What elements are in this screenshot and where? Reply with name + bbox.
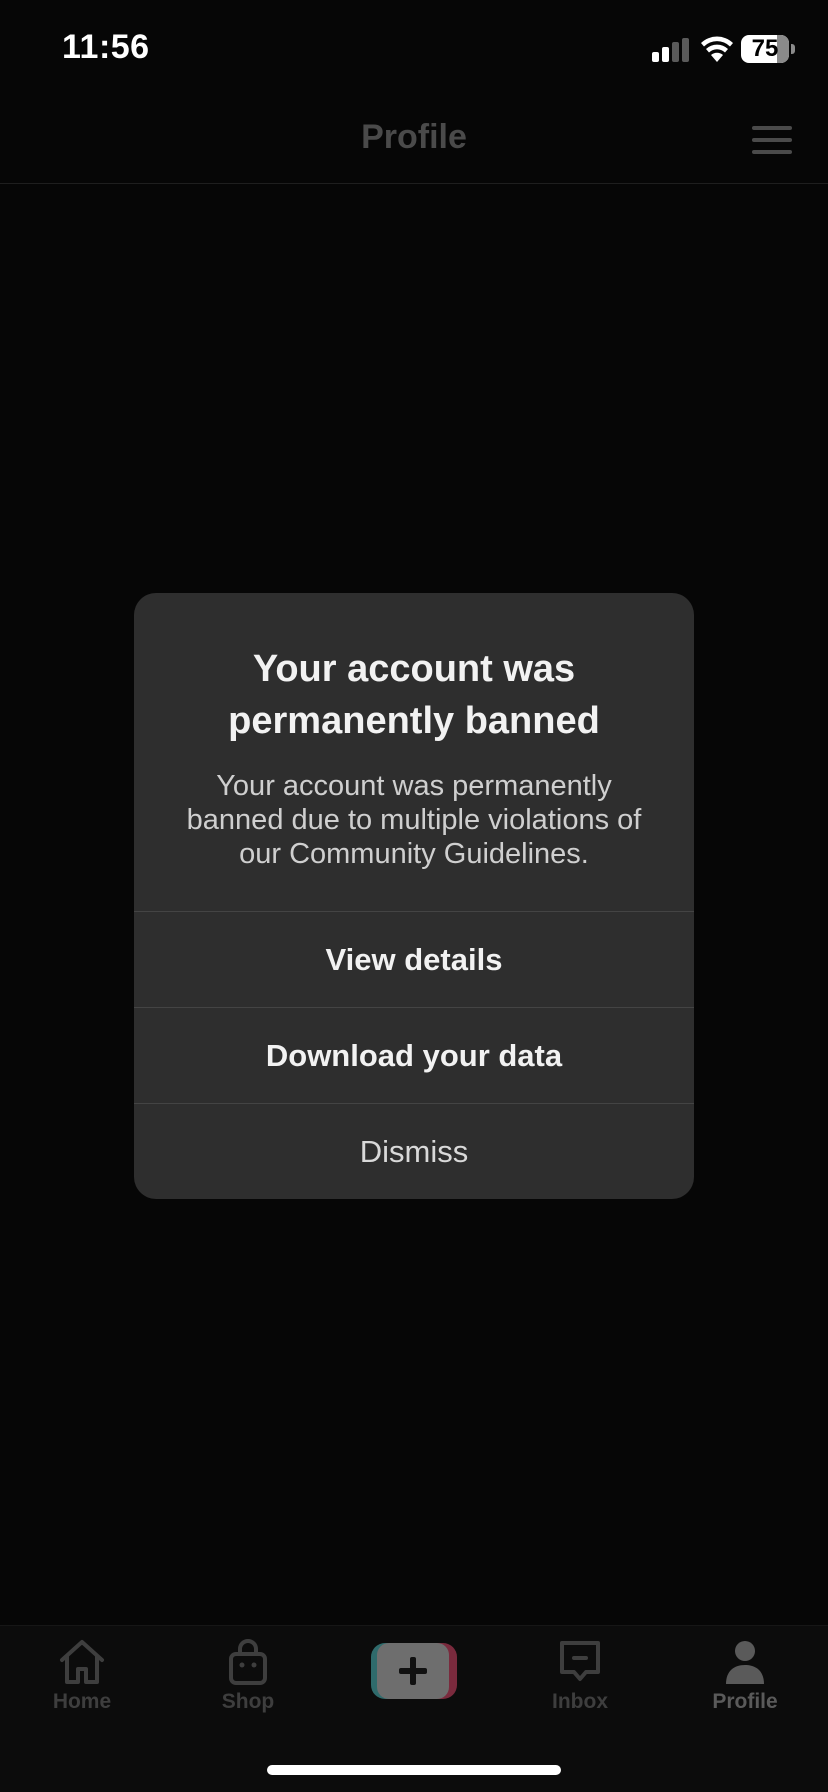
nav-item-home[interactable]: Home (17, 1638, 147, 1728)
home-icon (60, 1640, 104, 1684)
create-button-face (377, 1643, 449, 1699)
profile-header: Profile (0, 100, 828, 184)
person-icon (726, 1641, 764, 1684)
ban-notice-dialog: Your account was permanently banned Your… (134, 593, 694, 1199)
home-indicator[interactable] (267, 1765, 561, 1775)
dismiss-button[interactable]: Dismiss (134, 1103, 694, 1199)
nav-label-shop: Shop (221, 1690, 275, 1713)
inbox-icon (560, 1641, 600, 1681)
cellular-signal-icon (652, 38, 689, 62)
status-time: 11:56 (62, 28, 150, 66)
create-button[interactable] (371, 1643, 457, 1699)
status-bar: 11:56 75 (0, 0, 828, 100)
battery-tip (791, 44, 795, 54)
download-data-button[interactable]: Download your data (134, 1007, 694, 1103)
battery-level: 75 (751, 35, 779, 62)
page-title: Profile (361, 118, 467, 156)
nav-item-shop[interactable]: Shop (183, 1638, 313, 1728)
nav-label-inbox: Inbox (552, 1690, 608, 1713)
screen: 11:56 75 Profile Your account was perman… (0, 0, 828, 1792)
wifi-icon (701, 36, 733, 62)
nav-label-home: Home (52, 1690, 112, 1713)
shopping-bag-icon (229, 1639, 267, 1685)
nav-item-inbox[interactable]: Inbox (515, 1638, 645, 1728)
battery-icon: 75 (741, 35, 789, 63)
hamburger-menu-icon[interactable] (752, 124, 792, 156)
dialog-message: Your account was permanently banned due … (186, 770, 642, 870)
nav-item-profile[interactable]: Profile (680, 1638, 810, 1728)
view-details-button[interactable]: View details (134, 911, 694, 1007)
nav-label-profile: Profile (712, 1690, 778, 1713)
dialog-title: Your account was permanently banned (228, 648, 600, 742)
plus-icon (399, 1657, 427, 1685)
